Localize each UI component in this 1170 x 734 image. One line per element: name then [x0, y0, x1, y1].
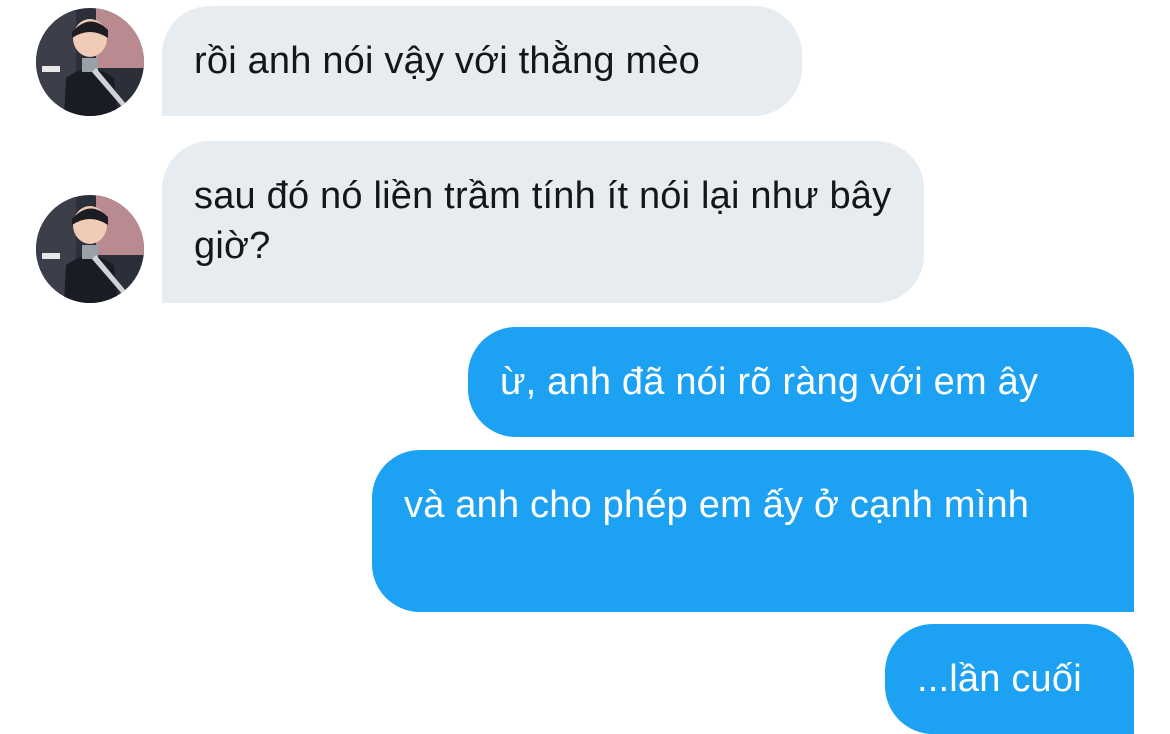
message-bubble-outgoing[interactable]: ...lần cuối	[885, 624, 1134, 734]
contact-avatar[interactable]	[36, 8, 144, 116]
avatar-photo-icon	[36, 195, 144, 303]
message-bubble-outgoing[interactable]: ừ, anh đã nói rõ ràng với em ây	[468, 327, 1134, 437]
message-text: sau đó nó liền trầm tính ít nói lại như …	[194, 175, 892, 267]
message-text: ừ, anh đã nói rõ ràng với em ây	[500, 361, 1039, 403]
message-bubble-incoming[interactable]: rồi anh nói vậy với thằng mèo	[162, 6, 802, 116]
avatar-photo-icon	[36, 8, 144, 116]
message-bubble-incoming[interactable]: sau đó nó liền trầm tính ít nói lại như …	[162, 141, 924, 303]
message-bubble-outgoing[interactable]: và anh cho phép em ấy ở cạnh mình	[372, 450, 1134, 612]
message-text: và anh cho phép em ấy ở cạnh mình	[404, 484, 1030, 526]
conversation-screen: { "conversation": { "messages": [ { "id"…	[0, 0, 1170, 734]
contact-avatar[interactable]	[36, 195, 144, 303]
message-text: rồi anh nói vậy với thằng mèo	[194, 40, 700, 82]
message-text: ...lần cuối	[917, 658, 1082, 700]
